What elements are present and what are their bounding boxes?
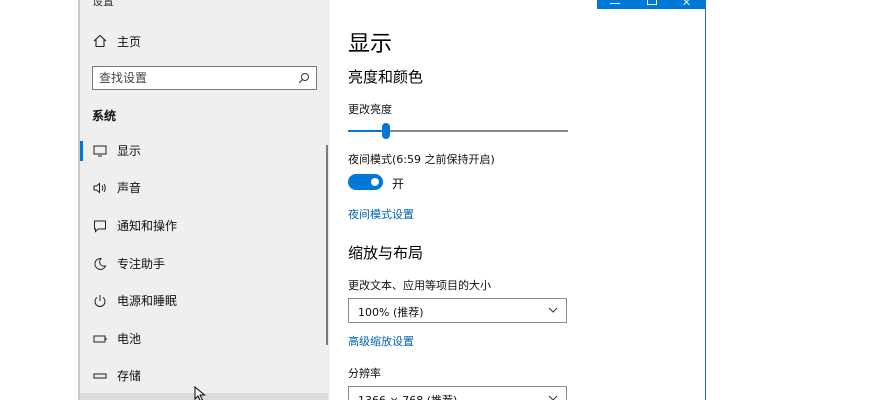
battery-icon [93,335,107,343]
chevron-down-icon [548,395,558,400]
sidebar-item-display[interactable]: 显示 [80,137,328,165]
sidebar-item-label: 电池 [117,332,142,346]
search-input[interactable] [93,67,283,89]
sidebar-item-label: 通知和操作 [117,219,178,233]
sidebar-item-label: 显示 [117,144,142,158]
search-box[interactable] [92,66,317,90]
night-light-toggle[interactable] [348,174,383,190]
window-right-edge [705,0,706,400]
resolution-dropdown[interactable]: 1366 × 768 (推荐) [348,386,567,400]
window-title: 设置 [92,0,114,8]
sidebar-item-label: 声音 [117,181,142,195]
sidebar-scrollbar[interactable] [326,145,328,345]
home-icon [93,34,107,48]
monitor-icon [93,145,107,157]
scale-label: 更改文本、应用等项目的大小 [348,279,491,292]
night-light-toggle-knob [371,178,379,186]
sidebar-item-label: 专注助手 [117,257,166,271]
brightness-slider-thumb[interactable] [381,123,390,139]
sidebar-item-label: 电源和睡眠 [117,294,178,308]
resolution-dropdown-value: 1366 × 768 (推荐) [358,392,457,400]
section-title-scale-layout: 缩放与布局 [348,244,424,262]
maximize-button[interactable] [633,0,669,9]
chevron-down-icon [548,307,558,313]
sidebar-item-power-sleep[interactable]: 电源和睡眠 [80,287,328,315]
power-icon [94,295,106,307]
sidebar-section-system: 系统 [92,109,117,123]
night-light-settings-link[interactable]: 夜间模式设置 [348,206,414,222]
notification-icon [94,220,106,233]
section-title-brightness: 亮度和颜色 [348,68,424,86]
scale-dropdown-value: 100% (推荐) [358,306,424,319]
night-light-label: 夜间模式(6:59 之前保持开启) [348,153,495,166]
sidebar-item-notifications[interactable]: 通知和操作 [80,212,328,240]
brightness-slider[interactable] [348,123,568,139]
scale-dropdown[interactable]: 100% (推荐) [348,298,567,323]
minimize-button[interactable] [597,0,633,9]
search-icon[interactable] [298,72,310,84]
speaker-icon [93,182,106,194]
advanced-scaling-link[interactable]: 高级缩放设置 [348,333,414,349]
brightness-slider-fill [348,130,386,132]
close-button[interactable] [669,0,705,9]
brightness-label: 更改亮度 [348,103,392,116]
resolution-label: 分辨率 [348,367,381,380]
sidebar-item-focus-assist[interactable]: 专注助手 [80,250,328,278]
sidebar-home[interactable]: 主页 [92,31,141,51]
sidebar-home-label: 主页 [117,34,142,49]
sidebar-item-battery[interactable]: 电池 [80,325,328,353]
moon-icon [94,257,107,270]
storage-icon [93,373,107,379]
sidebar-item-label: 存储 [117,369,142,383]
sidebar-item-sound[interactable]: 声音 [80,174,328,202]
mouse-cursor-icon [194,386,206,400]
page-title: 显示 [348,32,393,57]
night-light-toggle-state: 开 [392,177,405,191]
